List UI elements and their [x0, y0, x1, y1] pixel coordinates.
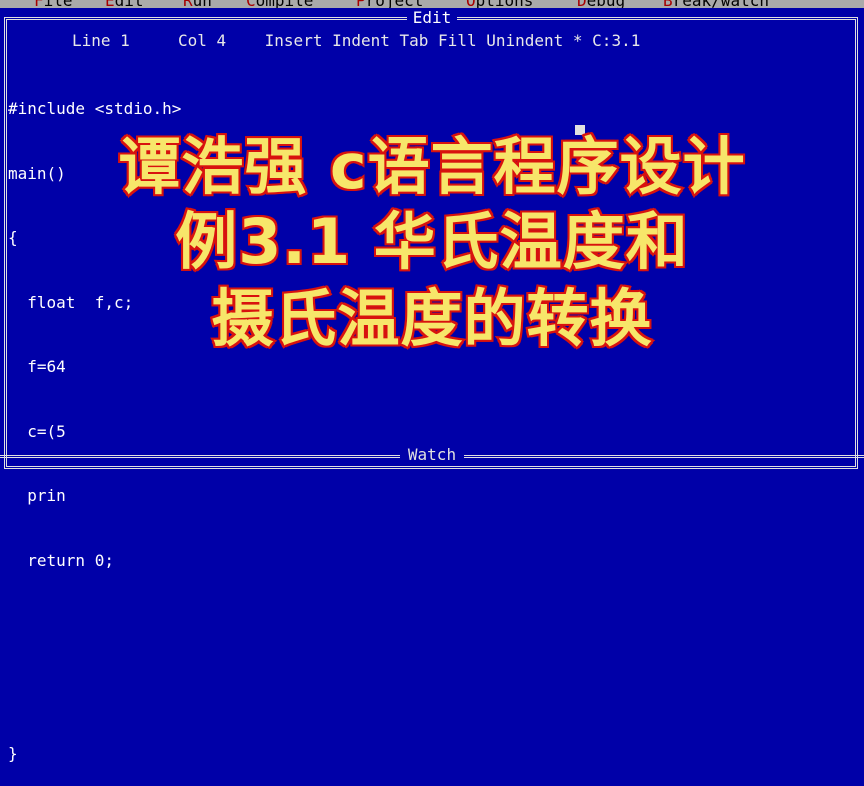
overlay-caption-line3: 摄氏温度的转换: [209, 280, 653, 357]
code-line[interactable]: }: [8, 743, 181, 765]
menu-edit[interactable]: Edit: [105, 0, 144, 8]
menu-file[interactable]: File: [34, 0, 73, 8]
menu-options[interactable]: Options: [466, 0, 533, 8]
editor-status-line: Line 1 Col 4 Insert Indent Tab Fill Unin…: [72, 31, 641, 50]
menu-bar: File Edit Run Compile Project Options De…: [0, 0, 864, 8]
menu-project[interactable]: Project: [356, 0, 423, 8]
menu-compile[interactable]: Compile: [246, 0, 313, 8]
edit-window-title: Edit: [0, 8, 864, 27]
code-line[interactable]: #include <stdio.h>: [8, 98, 181, 120]
menu-debug[interactable]: Debug: [577, 0, 625, 8]
overlay-caption-line2: 例3.1 华氏温度和: [173, 203, 689, 280]
watch-window-title: Watch: [0, 445, 864, 464]
menu-break-watch[interactable]: Break/watch: [663, 0, 769, 8]
code-line[interactable]: prin: [8, 485, 181, 507]
code-line[interactable]: [8, 679, 181, 701]
code-line[interactable]: c=(5: [8, 421, 181, 443]
overlay-caption-line1: 谭浩强 c语言程序设计: [116, 128, 746, 205]
code-line[interactable]: [8, 614, 181, 636]
menu-run[interactable]: Run: [183, 0, 212, 8]
code-line[interactable]: return 0;: [8, 550, 181, 572]
code-line[interactable]: f=64: [8, 356, 181, 378]
